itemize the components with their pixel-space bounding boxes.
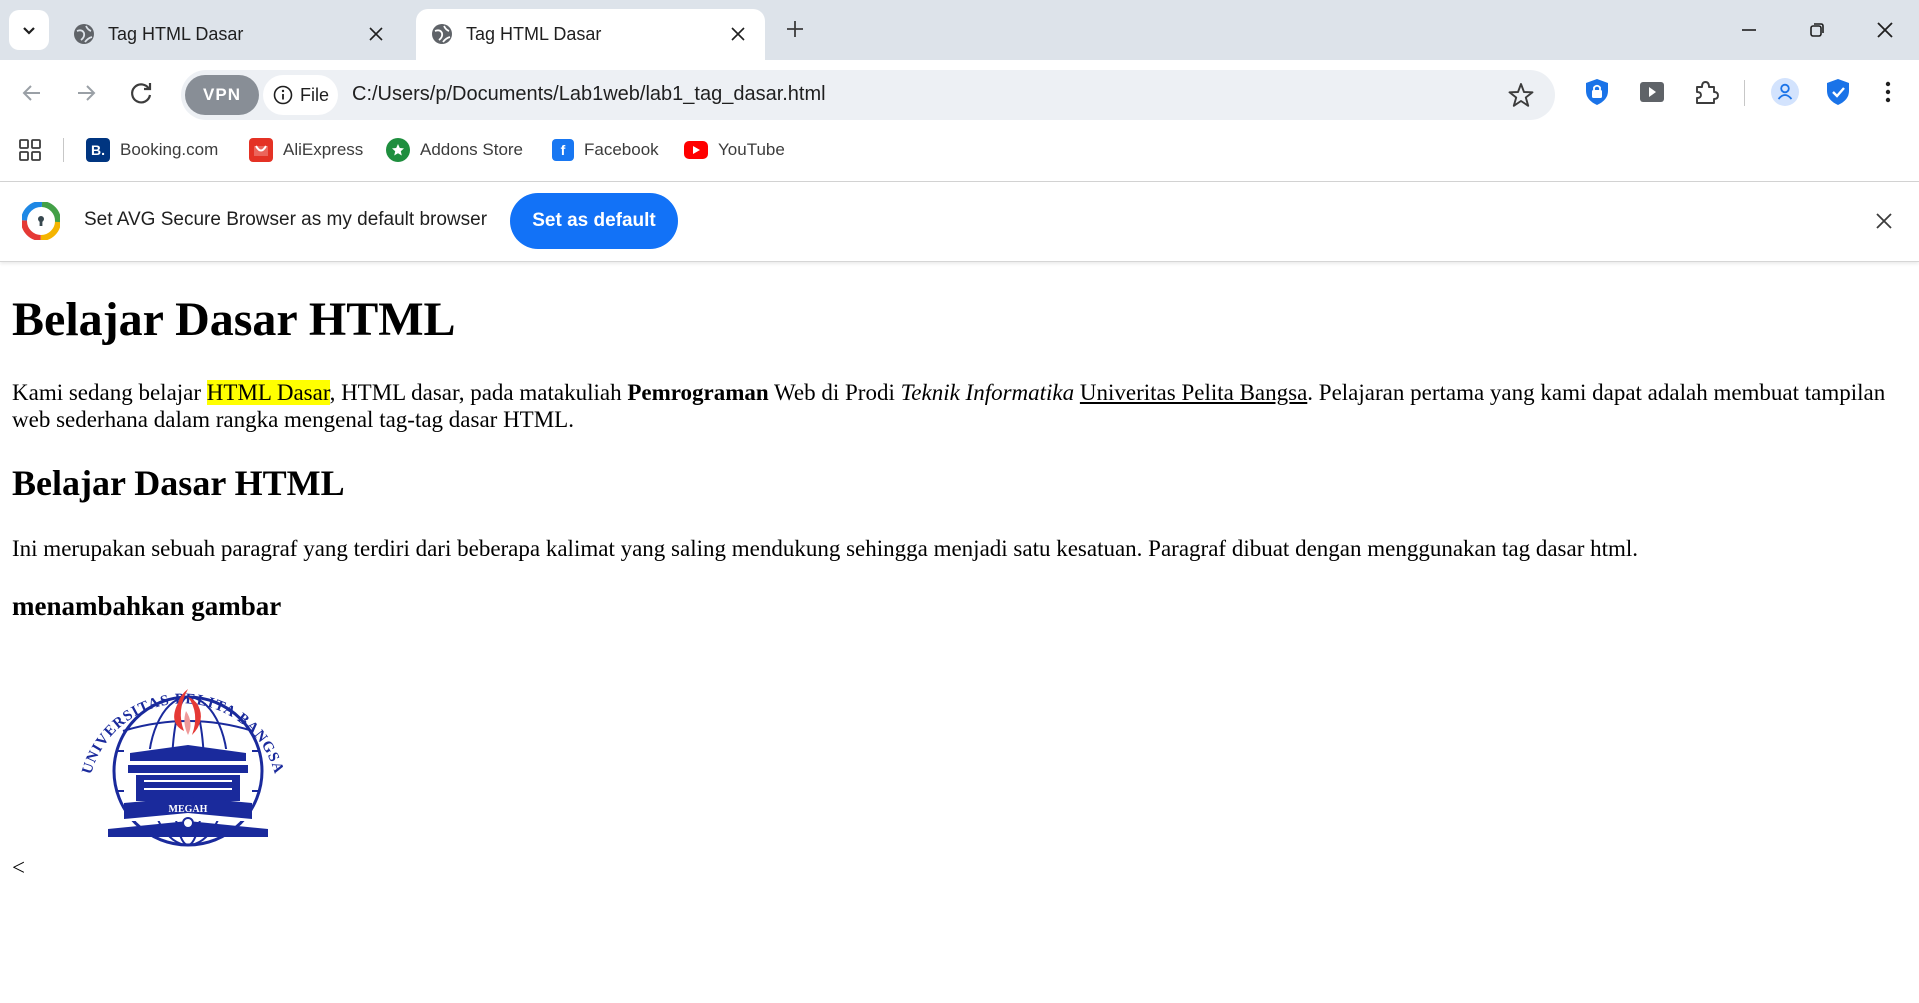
bookmark-divider: [63, 138, 64, 162]
shield-lock-icon: [1586, 79, 1608, 105]
aliexpress-icon: [249, 138, 273, 162]
extensions-button[interactable]: [1691, 77, 1721, 107]
close-icon: [1877, 22, 1893, 38]
stray-text: <: [12, 855, 25, 880]
close-icon[interactable]: [363, 21, 389, 47]
close-window-button[interactable]: [1860, 10, 1910, 50]
privacy-lock-button[interactable]: [1582, 77, 1612, 107]
shield-check-icon: [1827, 79, 1849, 105]
scheme-label: File: [300, 85, 330, 105]
tab-1[interactable]: Tag HTML Dasar: [58, 9, 403, 60]
university-logo: UNIVERSITAS PELITA BANGSA MEGAH: [79, 689, 286, 847]
tab-2[interactable]: Tag HTML Dasar: [416, 9, 765, 60]
highlighted-text: HTML Dasar: [206, 380, 330, 405]
globe-icon: [74, 24, 94, 44]
new-tab-button[interactable]: [780, 14, 810, 44]
tab-search-button[interactable]: [9, 10, 49, 50]
text-span: Kami sedang belajar: [12, 380, 207, 405]
arrow-right-icon: [78, 85, 96, 101]
bookmark-facebook[interactable]: f Facebook: [552, 136, 659, 164]
play-icon: [1640, 82, 1664, 102]
bookmark-addons-store[interactable]: Addons Store: [386, 136, 523, 164]
avg-browser-logo-icon: [22, 202, 60, 240]
tab-strip: Tag HTML Dasar Tag HTML Dasar: [0, 0, 1919, 60]
info-icon: [273, 85, 293, 105]
apps-grid-icon: [19, 139, 41, 161]
address-bar[interactable]: VPN File C:/Users/p/Documents/Lab1web/la…: [181, 70, 1555, 120]
plus-icon: [787, 21, 803, 37]
addons-store-icon: [386, 138, 410, 162]
page-heading-3: menambahkan gambar: [12, 591, 282, 621]
page-heading-1: Belajar Dasar HTML: [12, 293, 456, 346]
video-downloader-button[interactable]: [1637, 77, 1667, 107]
close-icon[interactable]: [1871, 208, 1897, 234]
logo-motto: MEGAH: [169, 804, 208, 815]
toolbar-separator: [1744, 80, 1745, 106]
facebook-icon: f: [552, 139, 574, 161]
reload-button[interactable]: [121, 73, 161, 113]
site-info-chip[interactable]: File: [263, 75, 338, 115]
bookmark-label: YouTube: [718, 140, 785, 159]
minimize-icon: [1742, 29, 1756, 31]
arrow-left-icon: [22, 85, 40, 101]
bookmark-label: Booking.com: [120, 140, 219, 159]
bold-text: Pemrograman: [627, 380, 769, 405]
vpn-button[interactable]: VPN: [185, 75, 259, 115]
menu-button[interactable]: [1873, 77, 1903, 107]
tab-title: Tag HTML Dasar: [466, 24, 602, 44]
youtube-icon: [684, 141, 708, 159]
apps-button[interactable]: [18, 136, 42, 164]
infobar-message: Set AVG Secure Browser as my default bro…: [84, 209, 488, 230]
minimize-button[interactable]: [1724, 10, 1774, 50]
vpn-label: VPN: [203, 85, 241, 104]
text-span: , HTML dasar, pada matakuliah: [329, 380, 628, 405]
more-vertical-icon: [1885, 81, 1891, 103]
set-as-default-button[interactable]: Set as default: [510, 193, 678, 249]
page-heading-2: Belajar Dasar HTML: [12, 463, 345, 503]
intro-paragraph: Kami sedang belajar HTML Dasar, HTML das…: [12, 379, 1902, 433]
bookmark-label: Facebook: [584, 140, 659, 159]
bookmark-aliexpress[interactable]: AliExpress: [249, 136, 363, 164]
back-button[interactable]: [12, 73, 52, 113]
puzzle-icon: [1696, 81, 1719, 104]
bookmark-booking[interactable]: B. Booking.com: [86, 136, 218, 164]
underlined-text: Univeritas Pelita Bangsa: [1079, 380, 1308, 405]
bookmark-label: Addons Store: [420, 140, 524, 159]
forward-button[interactable]: [66, 73, 106, 113]
chevron-down-icon: [23, 27, 35, 35]
bookmark-label: AliExpress: [283, 140, 364, 159]
reload-icon: [131, 83, 152, 104]
booking-icon: B.: [86, 138, 110, 162]
close-icon[interactable]: [725, 21, 751, 47]
second-paragraph: Ini merupakan sebuah paragraf yang terdi…: [12, 536, 1639, 561]
restore-button[interactable]: [1792, 10, 1842, 50]
text-span: Web di Prodi: [768, 380, 901, 405]
italic-text: Teknik Informatika: [900, 380, 1075, 405]
globe-icon: [432, 24, 452, 44]
security-button[interactable]: [1823, 77, 1853, 107]
profile-button[interactable]: [1770, 77, 1800, 107]
bookmark-youtube[interactable]: YouTube: [684, 136, 785, 164]
default-browser-infobar: Set AVG Secure Browser as my default bro…: [0, 182, 1919, 262]
url-text[interactable]: C:/Users/p/Documents/Lab1web/lab1_tag_da…: [352, 83, 826, 106]
avatar-icon: [1771, 78, 1799, 106]
restore-icon: [1810, 23, 1824, 37]
star-icon[interactable]: [1507, 81, 1535, 109]
tab-title: Tag HTML Dasar: [108, 24, 244, 44]
